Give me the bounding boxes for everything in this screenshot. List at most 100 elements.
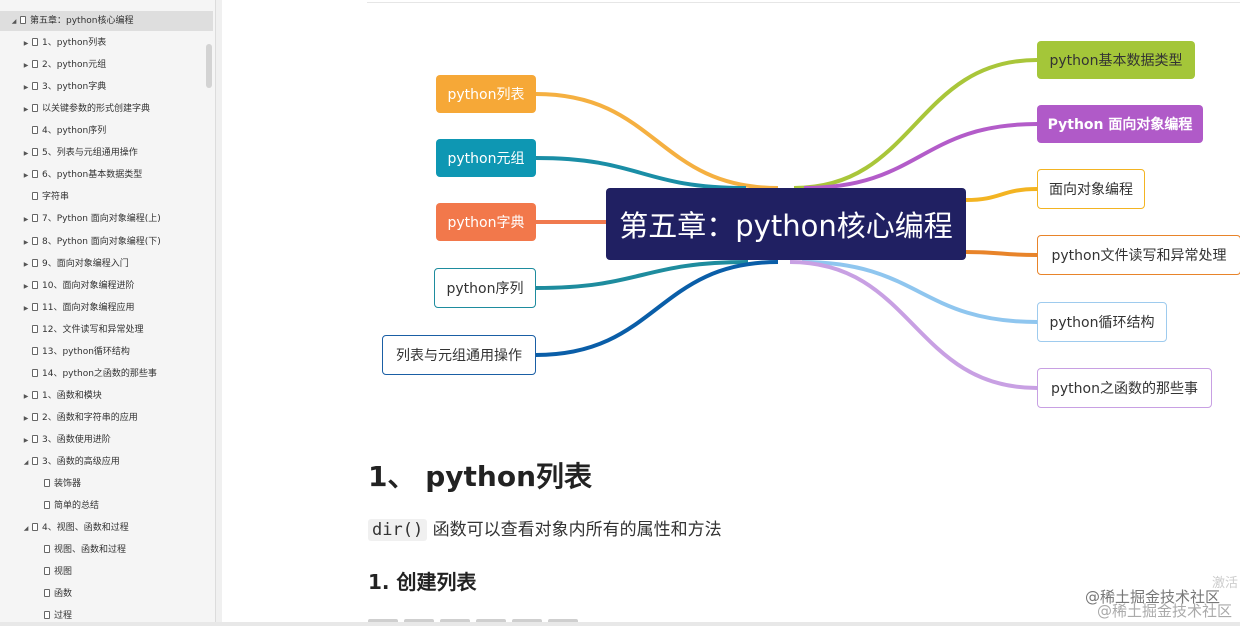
expand-triangle-icon[interactable]: ▶ xyxy=(22,277,30,297)
mindmap-node[interactable]: 列表与元组通用操作 xyxy=(382,335,536,375)
expand-triangle-icon[interactable]: ▶ xyxy=(22,409,30,429)
sidebar-item-label: 2、python元组 xyxy=(42,60,107,70)
mindmap-connector xyxy=(965,250,1038,257)
document-icon xyxy=(44,611,50,619)
sidebar-item[interactable]: ◢ 3、函数的高级应用 xyxy=(0,452,120,472)
bottom-scrollbar-track[interactable] xyxy=(0,622,1240,626)
document-icon xyxy=(32,347,38,355)
sidebar-item[interactable]: ▶ 3、python字典 xyxy=(0,77,106,97)
document-icon xyxy=(32,237,38,245)
sidebar-item-label: 2、函数和字符串的应用 xyxy=(42,413,138,423)
mindmap-node[interactable]: python字典 xyxy=(436,203,536,241)
document-icon xyxy=(44,501,50,509)
collapse-triangle-icon[interactable]: ◢ xyxy=(10,12,18,32)
sidebar-item[interactable]: ▶ 6、python基本数据类型 xyxy=(0,165,142,185)
document-content: 第五章：python核心编程 python列表 python元组 python字典 p… xyxy=(222,0,1240,626)
document-icon xyxy=(44,567,50,575)
mindmap-node[interactable]: python元组 xyxy=(436,139,536,177)
mindmap-connector xyxy=(965,187,1038,202)
document-icon xyxy=(20,16,26,24)
sidebar-item[interactable]: 视图、函数和过程 xyxy=(0,540,126,560)
document-icon xyxy=(32,60,38,68)
sidebar-item[interactable]: ▶ 2、python元组 xyxy=(0,55,106,75)
mindmap-center-node[interactable]: 第五章：python核心编程 xyxy=(606,188,966,260)
sidebar-item[interactable]: 简单的总结 xyxy=(0,496,99,516)
mindmap-node[interactable]: python列表 xyxy=(436,75,536,113)
sidebar-item-label: 6、python基本数据类型 xyxy=(42,170,143,180)
sidebar-item-label: 8、Python 面向对象编程(下) xyxy=(42,237,161,247)
expand-triangle-icon[interactable]: ▶ xyxy=(22,100,30,120)
expand-triangle-icon[interactable]: ▶ xyxy=(22,299,30,319)
sidebar-item[interactable]: 字符串 xyxy=(0,187,69,207)
sidebar-item[interactable]: 视图 xyxy=(0,562,72,582)
sidebar-item[interactable]: 装饰器 xyxy=(0,474,81,494)
sidebar-item[interactable]: ▶ 11、面向对象编程应用 xyxy=(0,298,134,318)
sidebar-item[interactable]: ▶ 1、函数和模块 xyxy=(0,386,102,406)
section-paragraph: dir() 函数可以查看对象内所有的属性和方法 xyxy=(368,515,722,541)
sidebar-item-label: 1、函数和模块 xyxy=(42,391,102,401)
collapse-triangle-icon[interactable]: ◢ xyxy=(22,453,30,473)
sidebar-item-label: 装饰器 xyxy=(54,479,82,489)
sidebar-item[interactable]: ▶ 3、函数使用进阶 xyxy=(0,430,111,450)
sidebar-item[interactable]: ◢ 4、视图、函数和过程 xyxy=(0,518,129,538)
expand-triangle-icon[interactable]: ▶ xyxy=(22,210,30,230)
sidebar-item-label: 14、python之函数的那些事 xyxy=(42,369,157,379)
mindmap-node[interactable]: python之函数的那些事 xyxy=(1037,368,1212,408)
sidebar-item-label: 函数 xyxy=(54,589,73,599)
sidebar-item[interactable]: ▶ 1、python列表 xyxy=(0,33,106,53)
document-icon xyxy=(44,479,50,487)
mindmap-node[interactable]: python文件读写和异常处理 xyxy=(1037,235,1240,275)
mindmap-connector xyxy=(535,260,779,357)
sidebar-item-label: 11、面向对象编程应用 xyxy=(42,303,135,313)
sidebar-item-label: 12、文件读写和异常处理 xyxy=(42,325,144,335)
sidebar-item[interactable]: 13、python循环结构 xyxy=(0,342,130,362)
expand-triangle-icon[interactable]: ▶ xyxy=(22,78,30,98)
sidebar-item[interactable]: ▶ 以关键参数的形式创建字典 xyxy=(0,99,150,119)
mindmap-node[interactable]: python循环结构 xyxy=(1037,302,1167,342)
inline-code: dir() xyxy=(368,519,428,541)
expand-triangle-icon[interactable]: ▶ xyxy=(22,56,30,76)
mindmap-connector xyxy=(789,260,1038,390)
sidebar-item-label: 视图、函数和过程 xyxy=(54,545,127,555)
document-icon xyxy=(32,457,38,465)
mindmap-node[interactable]: python序列 xyxy=(434,268,536,308)
collapse-triangle-icon[interactable]: ◢ xyxy=(22,519,30,539)
sidebar-item[interactable]: 函数 xyxy=(0,584,72,604)
sidebar-item[interactable]: ▶ 2、函数和字符串的应用 xyxy=(0,408,138,428)
sidebar-item-label: 3、函数使用进阶 xyxy=(42,435,111,445)
document-icon xyxy=(44,589,50,597)
expand-triangle-icon[interactable]: ▶ xyxy=(22,387,30,407)
expand-triangle-icon[interactable]: ▶ xyxy=(22,166,30,186)
mindmap-connector xyxy=(793,58,1038,190)
sidebar-item-label: 第五章：python核心编程 xyxy=(30,16,134,26)
sidebar-item-label: 字符串 xyxy=(42,192,70,202)
sidebar-item[interactable]: 4、python序列 xyxy=(0,121,106,141)
sidebar-item-label: 1、python列表 xyxy=(42,38,107,48)
sidebar-item-label: 10、面向对象编程进阶 xyxy=(42,281,135,291)
sidebar-item[interactable]: ◢ 第五章：python核心编程 xyxy=(0,11,213,31)
expand-triangle-icon[interactable]: ▶ xyxy=(22,255,30,275)
sidebar-item[interactable]: ▶ 9、面向对象编程入门 xyxy=(0,254,129,274)
document-icon xyxy=(32,523,38,531)
mindmap-node[interactable]: 面向对象编程 xyxy=(1037,169,1145,209)
mindmap-node[interactable]: python基本数据类型 xyxy=(1037,41,1195,79)
sidebar-item[interactable]: ▶ 5、列表与元组通用操作 xyxy=(0,143,138,163)
sidebar-item[interactable]: 12、文件读写和异常处理 xyxy=(0,320,143,340)
document-icon xyxy=(32,192,38,200)
mindmap-node[interactable]: Python 面向对象编程 xyxy=(1037,105,1203,143)
expand-triangle-icon[interactable]: ▶ xyxy=(22,34,30,54)
sidebar-item[interactable]: ▶ 8、Python 面向对象编程(下) xyxy=(0,232,161,252)
sidebar-item[interactable]: ▶ 7、Python 面向对象编程(上) xyxy=(0,209,161,229)
sidebar-item[interactable]: ▶ 10、面向对象编程进阶 xyxy=(0,276,134,296)
sidebar-scrollbar[interactable] xyxy=(206,44,212,88)
expand-triangle-icon[interactable]: ▶ xyxy=(22,431,30,451)
expand-triangle-icon[interactable]: ▶ xyxy=(22,233,30,253)
watermark: @稀土掘金技术社区 xyxy=(1084,588,1220,606)
sidebar-item[interactable]: 14、python之函数的那些事 xyxy=(0,364,157,384)
document-icon xyxy=(32,170,38,178)
paragraph-text: 函数可以查看对象内所有的属性和方法 xyxy=(427,520,722,540)
document-icon xyxy=(44,545,50,553)
document-icon xyxy=(32,259,38,267)
expand-triangle-icon[interactable]: ▶ xyxy=(22,144,30,164)
document-icon xyxy=(32,126,38,134)
